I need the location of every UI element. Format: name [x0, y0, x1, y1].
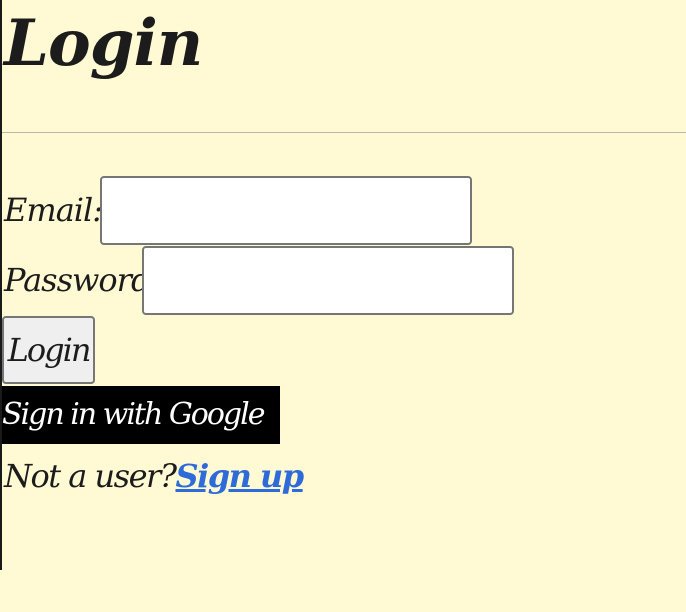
page-title: Login [4, 6, 203, 81]
login-button[interactable]: Login [2, 316, 95, 384]
google-signin-button[interactable]: Sign in with Google [2, 386, 280, 444]
signup-prompt-line: Not a user?Sign up [4, 456, 304, 496]
signup-prompt: Not a user? [4, 457, 177, 495]
divider [2, 132, 686, 133]
left-border [0, 0, 2, 570]
email-label: Email: [4, 191, 103, 229]
password-label: Password: [4, 261, 161, 299]
email-field[interactable] [100, 176, 472, 245]
password-field[interactable] [142, 246, 514, 315]
signup-link[interactable]: Sign up [175, 457, 304, 495]
